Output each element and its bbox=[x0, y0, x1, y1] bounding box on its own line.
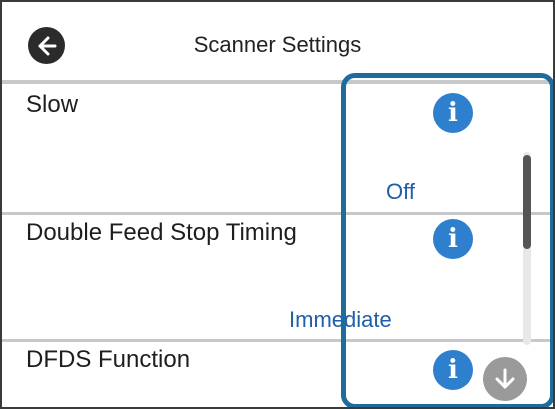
settings-list: Slow i Off Double Feed Stop Timing i Imm… bbox=[2, 84, 553, 407]
info-glyph: i bbox=[448, 98, 458, 128]
header: Scanner Settings bbox=[2, 2, 553, 84]
screen-frame: Scanner Settings Slow i Off Double Feed … bbox=[0, 0, 555, 409]
page-title: Scanner Settings bbox=[193, 32, 362, 57]
info-icon[interactable]: i bbox=[433, 93, 473, 133]
setting-value: Immediate bbox=[289, 307, 392, 332]
setting-row-dfds-function[interactable]: DFDS Function i bbox=[2, 342, 553, 407]
info-icon[interactable]: i bbox=[433, 219, 473, 259]
setting-row-double-feed-stop-timing[interactable]: Double Feed Stop Timing i Immediate bbox=[2, 215, 553, 339]
setting-label: Double Feed Stop Timing bbox=[26, 219, 297, 246]
info-icon[interactable]: i bbox=[433, 350, 473, 390]
setting-row-slow[interactable]: Slow i Off bbox=[2, 84, 553, 212]
scrollbar-thumb[interactable] bbox=[523, 155, 531, 249]
setting-label: Slow bbox=[26, 91, 79, 118]
arrow-down-icon bbox=[495, 368, 515, 389]
setting-value: Off bbox=[386, 179, 415, 204]
info-glyph: i bbox=[448, 355, 458, 385]
scroll-down-button[interactable] bbox=[483, 357, 527, 401]
info-glyph: i bbox=[448, 224, 458, 254]
setting-label: DFDS Function bbox=[26, 346, 191, 373]
